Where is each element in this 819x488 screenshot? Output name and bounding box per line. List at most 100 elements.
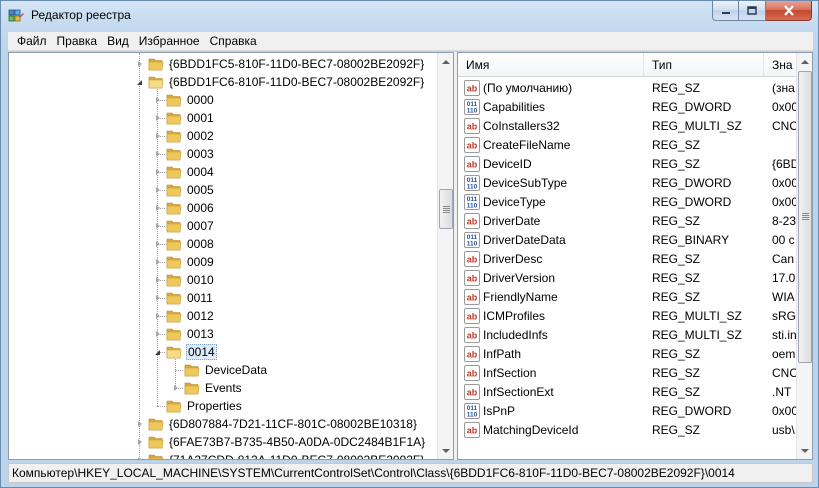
expand-icon[interactable] — [153, 150, 162, 159]
tree-node[interactable]: 0003 — [153, 145, 215, 163]
expand-icon[interactable] — [135, 438, 144, 447]
list-scrollbar[interactable] — [796, 53, 812, 459]
value-row[interactable]: 011 110 IsPnP REG_DWORD 0x00 — [458, 401, 796, 420]
expand-icon[interactable] — [171, 384, 180, 393]
value-row[interactable]: ab (По умолчанию) REG_SZ (зна — [458, 78, 796, 97]
tree-node-label[interactable]: 0012 — [186, 309, 215, 323]
scroll-thumb[interactable] — [439, 189, 453, 229]
tree-node[interactable]: 0005 — [153, 181, 215, 199]
expand-icon[interactable] — [153, 276, 162, 285]
menu-favorites[interactable]: Избранное — [134, 34, 205, 48]
tree-node-label[interactable]: {71A27CDD-812A-11D0-BEC7-08002BE2092F} — [168, 453, 425, 459]
expand-icon[interactable] — [153, 330, 162, 339]
expand-icon[interactable] — [153, 294, 162, 303]
value-row[interactable]: ab FriendlyName REG_SZ WIA — [458, 287, 796, 306]
maximize-button[interactable] — [739, 1, 766, 21]
expand-icon[interactable] — [153, 168, 162, 177]
expand-icon[interactable] — [153, 204, 162, 213]
column-header-data[interactable]: Зна — [764, 53, 796, 77]
value-row[interactable]: ab InfSection REG_SZ CNO — [458, 363, 796, 382]
tree-node-label[interactable]: 0006 — [186, 201, 215, 215]
tree-node[interactable]: 0013 — [153, 325, 215, 343]
tree-node[interactable]: DeviceData — [171, 361, 268, 379]
title-bar[interactable]: Редактор реестра — [1, 1, 818, 31]
tree-node[interactable]: 0007 — [153, 217, 215, 235]
value-row[interactable]: ab DriverVersion REG_SZ 17.0 — [458, 268, 796, 287]
tree-node[interactable]: 0009 — [153, 253, 215, 271]
value-row[interactable]: ab InfSectionExt REG_SZ .NT — [458, 382, 796, 401]
value-row[interactable]: ab DriverDesc REG_SZ Can — [458, 249, 796, 268]
scroll-up-button[interactable] — [438, 53, 453, 70]
tree-node[interactable]: 0011 — [153, 289, 214, 307]
expand-icon[interactable] — [135, 456, 144, 459]
menu-view[interactable]: Вид — [102, 34, 134, 48]
value-row[interactable]: ab DriverDate REG_SZ 8-23 — [458, 211, 796, 230]
tree-node-label[interactable]: 0005 — [186, 183, 215, 197]
value-row[interactable]: 011 110 Capabilities REG_DWORD 0x00 — [458, 97, 796, 116]
value-row[interactable]: 011 110 DeviceType REG_DWORD 0x00 — [458, 192, 796, 211]
tree-node-label[interactable]: 0002 — [186, 129, 215, 143]
tree-node-label[interactable]: 0009 — [186, 255, 215, 269]
value-row[interactable]: ab IncludedInfs REG_MULTI_SZ sti.in — [458, 325, 796, 344]
tree-node[interactable]: {6BDD1FC5-810F-11D0-BEC7-08002BE2092F} — [135, 55, 425, 73]
menu-help[interactable]: Справка — [205, 34, 262, 48]
value-row[interactable]: 011 110 DriverDateData REG_BINARY 00 c — [458, 230, 796, 249]
expand-icon[interactable] — [135, 60, 144, 69]
tree-node[interactable]: 0002 — [153, 127, 215, 145]
tree-node[interactable]: {6D807884-7D21-11CF-801C-08002BE10318} — [135, 415, 418, 433]
collapse-icon[interactable] — [153, 348, 162, 357]
value-row[interactable]: ab CreateFileName REG_SZ — [458, 135, 796, 154]
expand-icon[interactable] — [153, 96, 162, 105]
menu-edit[interactable]: Правка — [52, 34, 103, 48]
tree-node-label[interactable]: {6BDD1FC6-810F-11D0-BEC7-08002BE2092F} — [168, 75, 425, 89]
tree-node-label[interactable]: 0003 — [186, 147, 215, 161]
tree-node-label[interactable]: 0010 — [186, 273, 215, 287]
column-header-type[interactable]: Тип — [644, 53, 764, 77]
expand-icon[interactable] — [153, 312, 162, 321]
tree-node-label[interactable]: {6BDD1FC5-810F-11D0-BEC7-08002BE2092F} — [168, 57, 425, 71]
tree-node-label[interactable]: 0011 — [186, 291, 214, 305]
tree-node-label[interactable]: 0004 — [186, 165, 215, 179]
column-header-name[interactable]: Имя — [458, 53, 644, 77]
value-row[interactable]: ab ICMProfiles REG_MULTI_SZ sRG — [458, 306, 796, 325]
tree-node-label[interactable]: Events — [204, 381, 243, 395]
tree-node[interactable]: Properties — [153, 397, 243, 415]
tree-node[interactable]: 0008 — [153, 235, 215, 253]
tree-node-label[interactable]: DeviceData — [204, 363, 268, 377]
scroll-down-button[interactable] — [797, 442, 812, 459]
values-list[interactable]: Имя Тип Зна ab (По умолчанию) REG_SZ (зна 0… — [457, 52, 813, 460]
value-row[interactable]: ab MatchingDeviceId REG_SZ usb\ — [458, 420, 796, 439]
tree-node[interactable]: 0014 — [153, 343, 217, 361]
close-button[interactable] — [766, 1, 812, 21]
expand-icon[interactable] — [153, 132, 162, 141]
expand-icon[interactable] — [153, 240, 162, 249]
tree-node[interactable]: 0010 — [153, 271, 215, 289]
tree-node[interactable]: 0006 — [153, 199, 215, 217]
tree-node[interactable]: 0012 — [153, 307, 215, 325]
menu-file[interactable]: Файл — [12, 34, 52, 48]
value-row[interactable]: ab DeviceID REG_SZ {6BD — [458, 154, 796, 173]
tree-node[interactable]: 0000 — [153, 91, 215, 109]
tree-node-label[interactable]: 0007 — [186, 219, 215, 233]
tree-node-label[interactable]: {6FAE73B7-B735-4B50-A0DA-0DC2484B1F1A} — [168, 435, 426, 449]
collapse-icon[interactable] — [135, 78, 144, 87]
tree-node-label[interactable]: 0013 — [186, 327, 215, 341]
expand-icon[interactable] — [153, 186, 162, 195]
scroll-thumb[interactable] — [798, 71, 812, 363]
value-row[interactable]: ab InfPath REG_SZ oem — [458, 344, 796, 363]
tree-node-label[interactable]: 0008 — [186, 237, 215, 251]
scroll-up-button[interactable] — [797, 53, 812, 70]
tree-node[interactable]: 0001 — [153, 109, 215, 127]
tree-node[interactable]: {6FAE73B7-B735-4B50-A0DA-0DC2484B1F1A} — [135, 433, 426, 451]
registry-tree[interactable]: {6BDD1FC5-810F-11D0-BEC7-08002BE2092F} {… — [8, 52, 454, 460]
expand-icon[interactable] — [135, 420, 144, 429]
tree-node-label[interactable]: 0014 — [186, 344, 217, 360]
expand-icon[interactable] — [153, 114, 162, 123]
tree-scrollbar[interactable] — [437, 53, 453, 459]
scroll-down-button[interactable] — [438, 442, 453, 459]
tree-node-label[interactable]: {6D807884-7D21-11CF-801C-08002BE10318} — [168, 417, 418, 431]
tree-node-label[interactable]: Properties — [186, 399, 243, 413]
value-row[interactable]: 011 110 DeviceSubType REG_DWORD 0x00 — [458, 173, 796, 192]
expand-icon[interactable] — [153, 258, 162, 267]
tree-node[interactable]: 0004 — [153, 163, 215, 181]
